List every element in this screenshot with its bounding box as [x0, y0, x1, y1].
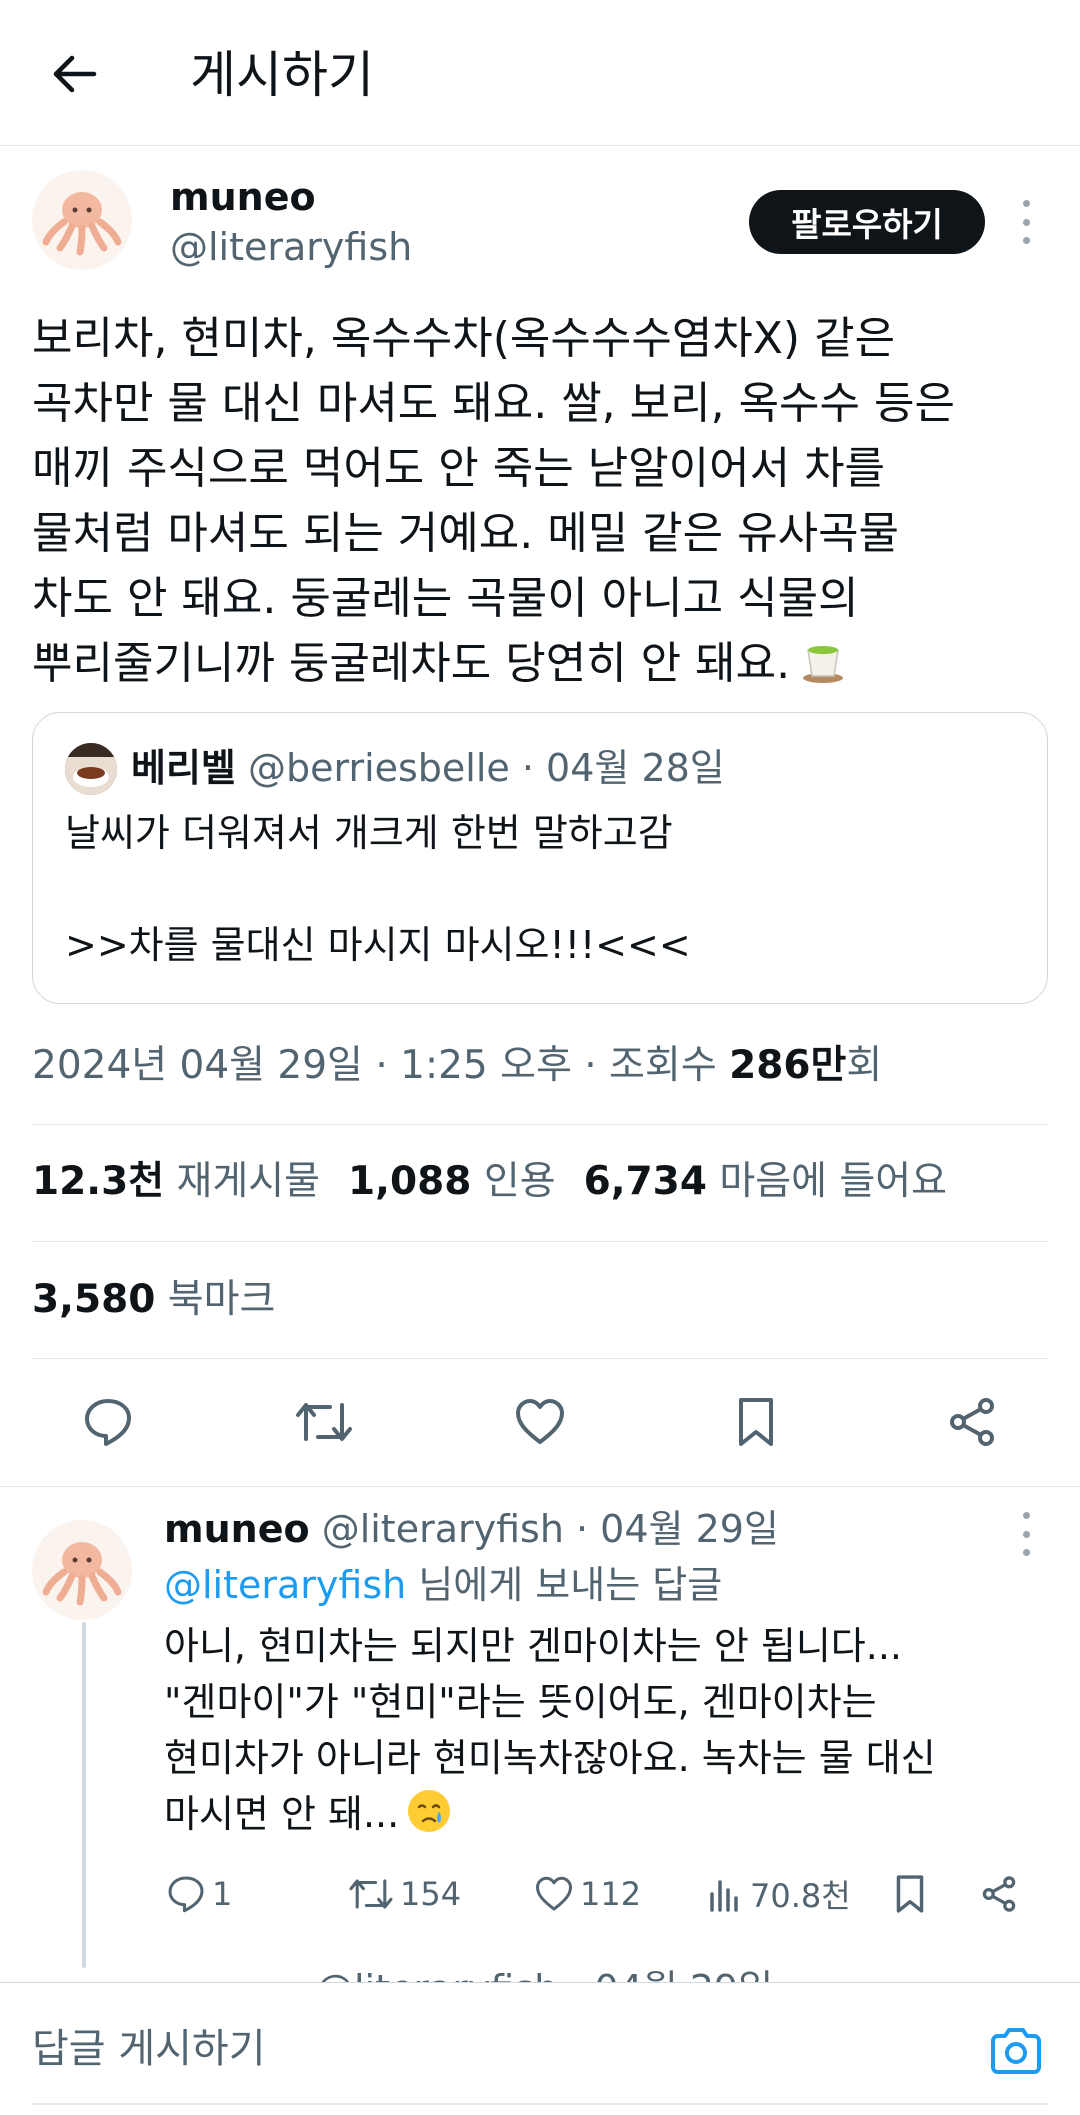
quote-author-name: 베리벨 [131, 746, 236, 790]
camera-icon[interactable] [986, 2023, 1046, 2079]
quote-separator: · [509, 746, 547, 790]
more-options-icon[interactable] [1014, 200, 1038, 244]
reply-date: 04월 29일 [600, 1507, 779, 1551]
view-count: 286만 [729, 1043, 847, 1088]
view-count-suffix: 회 [846, 1043, 883, 1088]
reply-text: 아니, 현미차는 되지만 겐마이차는 안 됩니다... "겐마이"가 "현미"라… [164, 1624, 936, 1836]
reply-author-avatar[interactable] [32, 1520, 132, 1620]
composer-underline [32, 2103, 1048, 2105]
divider [32, 1124, 1048, 1125]
author-avatar[interactable] [32, 170, 132, 270]
like-icon[interactable] [510, 1392, 570, 1452]
bookmarks-stat[interactable]: 3,580 북마크 [32, 1272, 275, 1328]
reply-reply-count: 1 [212, 1875, 233, 1913]
teacup-icon [800, 637, 846, 702]
repost-icon[interactable] [294, 1392, 354, 1452]
divider [0, 1486, 1080, 1487]
reply-body: 아니, 현미차는 되지만 겐마이차는 안 됩니다... "겐마이"가 "현미"라… [164, 1618, 1044, 1850]
reply-reply-button[interactable]: 1 [166, 1868, 232, 1920]
reply-repost-button[interactable]: 154 [348, 1868, 461, 1920]
reply-mention-link[interactable]: @literaryfish [164, 1563, 406, 1607]
quote-text: 날씨가 더워져서 개크게 한번 말하고감 >>차를 물대신 마시지 마시오!!!… [65, 811, 691, 967]
reply-share-icon[interactable] [980, 1868, 1024, 1920]
post-text: 보리차, 현미차, 옥수수차(옥수수수염차X) 같은 곡차만 물 대신 마셔도 … [32, 313, 955, 689]
author-name[interactable]: muneo [170, 172, 316, 222]
replying-to-suffix: 님에게 보내는 답글 [406, 1563, 723, 1607]
reply-composer: 답글 게시하기 [0, 1982, 1080, 2115]
next-reply-header: @literaryfish · 04월 29일 [316, 1962, 773, 1984]
reply-like-button[interactable]: 112 [534, 1868, 641, 1920]
thread-line [82, 1622, 86, 1968]
likes-stat[interactable]: 6,734 마음에 들어요 [584, 1159, 947, 1204]
share-icon[interactable] [942, 1392, 1002, 1452]
divider [32, 1358, 1048, 1359]
quotes-stat[interactable]: 1,088 인용 [348, 1159, 556, 1204]
follow-button[interactable]: 팔로우하기 [749, 190, 985, 254]
divider [32, 1241, 1048, 1242]
quote-header: 베리벨 @berriesbelle · 04월 28일 [131, 741, 725, 795]
post-body: 보리차, 현미차, 옥수수차(옥수수수염차X) 같은 곡차만 물 대신 마셔도 … [32, 306, 1052, 702]
post-timestamp: 2024년 04월 29일 · 1:25 오후 · 조회수 286만회 [32, 1038, 882, 1094]
reply-like-count: 112 [580, 1875, 642, 1913]
quoted-post[interactable]: 베리벨 @berriesbelle · 04월 28일 날씨가 더워져서 개크게… [32, 712, 1048, 1004]
reply-repost-count: 154 [400, 1875, 462, 1913]
bookmark-icon[interactable] [726, 1392, 786, 1452]
reply-author-name[interactable]: muneo [164, 1507, 310, 1551]
reply-bookmark-icon[interactable] [894, 1868, 932, 1920]
back-arrow-icon[interactable] [44, 44, 104, 104]
quote-author-handle: @berriesbelle [247, 746, 510, 790]
crying-face-icon [405, 1787, 453, 1850]
top-app-bar: 게시하기 [0, 0, 1080, 146]
reply-views-button[interactable]: 70.8천 [708, 1868, 851, 1920]
quote-date: 04월 28일 [546, 746, 725, 790]
reply-more-options-icon[interactable] [1014, 1512, 1038, 1556]
reply-input[interactable]: 답글 게시하기 [32, 2021, 266, 2077]
engagement-stats: 12.3천 재게시물 1,088 인용 6,734 마음에 들어요 [32, 1154, 947, 1210]
reply-author-handle[interactable]: @literaryfish [322, 1507, 564, 1551]
reply-separator: · [563, 1507, 601, 1551]
reply-header: muneo @literaryfish · 04월 29일 [164, 1502, 779, 1556]
author-handle[interactable]: @literaryfish [170, 222, 412, 272]
page-title: 게시하기 [190, 46, 374, 104]
reply-icon[interactable] [78, 1392, 138, 1452]
replying-to: @literaryfish 님에게 보내는 답글 [164, 1558, 722, 1612]
post-date: 2024년 04월 29일 · 1:25 오후 · 조회수 [32, 1043, 730, 1088]
quote-author-avatar [65, 743, 117, 795]
reply-view-count: 70.8천 [750, 1877, 851, 1915]
reposts-stat[interactable]: 12.3천 재게시물 [32, 1159, 320, 1204]
